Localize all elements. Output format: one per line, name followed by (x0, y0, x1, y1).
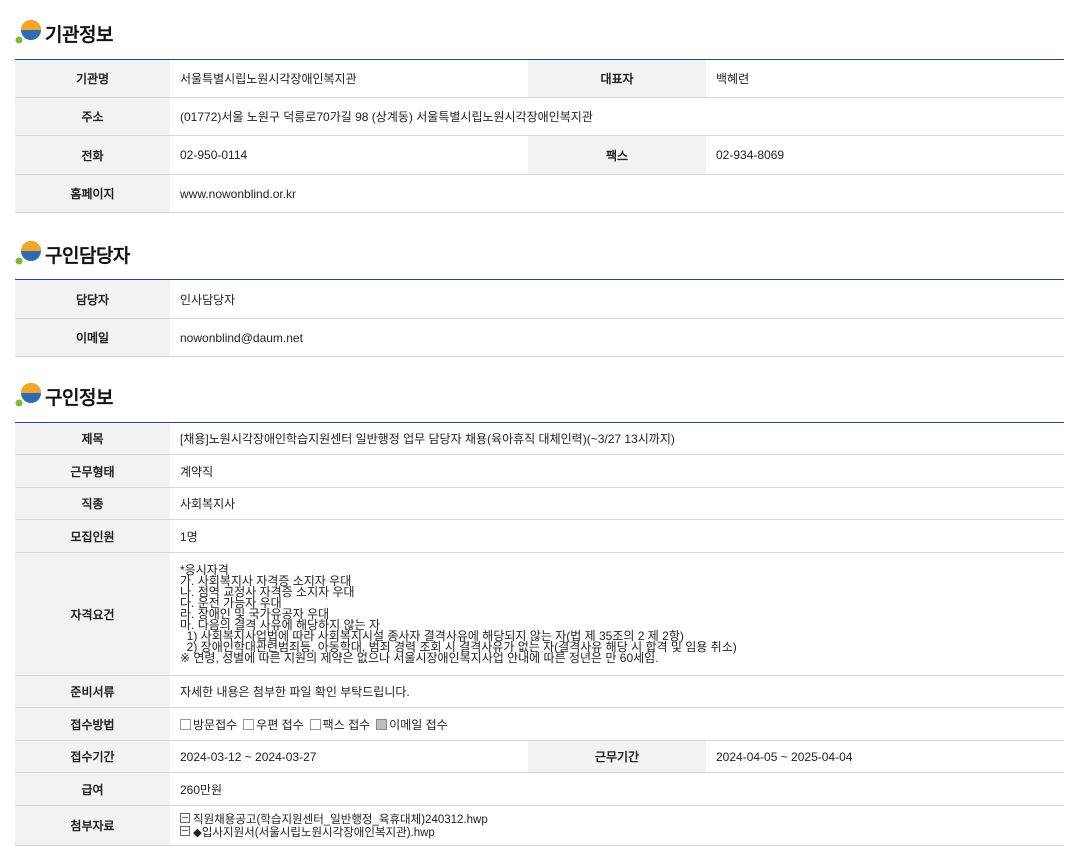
method-checkbox[interactable] (309, 718, 321, 730)
contact-section: 구인담당자 담당자 인사담당자 이메일 nowonblind@daum.net (15, 237, 1064, 357)
org-home-label: 홈페이지 (15, 174, 170, 213)
section-logo-icon (15, 383, 41, 407)
job-category-label: 직종 (15, 487, 170, 520)
org-tel-label: 전화 (15, 135, 170, 175)
table-row: 첨부자료 직원채용공고(학습지원센터_일반행정_육휴대체)240312.hwp ◆… (15, 805, 1064, 846)
method-label: 방문접수 (193, 717, 238, 732)
table-row: 담당자 인사담당자 (15, 279, 1064, 319)
job-method-label: 접수방법 (15, 707, 170, 741)
contact-section-title: 구인담당자 (45, 246, 130, 267)
method-item: 팩스 접수 (309, 717, 371, 732)
job-work-label: 근무기간 (528, 740, 706, 773)
method-item: 우편 접수 (243, 718, 304, 732)
table-row: 홈페이지 www.nowonblind.or.kr (15, 174, 1064, 213)
org-section-title: 기관정보 (45, 25, 113, 46)
contact-person-label: 담당자 (15, 279, 170, 319)
file-icon (180, 825, 190, 836)
table-row: 모집인원 1명 (15, 519, 1064, 553)
job-section: 구인정보 제목 [채용]노원시각장애인학습지원센터 일반행정 업무 담당자 채용… (15, 379, 1064, 846)
attachment-list: 직원채용공고(학습지원센터_일반행정_육휴대체)240312.hwp ◆입사지원서… (180, 812, 1054, 839)
attachment-link[interactable]: ◆입사지원서(서울시립노원시각장애인복지관).hwp (180, 825, 1054, 839)
table-row: 준비서류 자세한 내용은 첨부한 파일 확인 부탁드립니다. (15, 675, 1064, 708)
contact-info-table: 담당자 인사담당자 이메일 nowonblind@daum.net (15, 279, 1064, 357)
org-info-table: 기관명 서울특별시립노원시각장애인복지관 대표자 백혜련 주소 (01772)서… (15, 59, 1064, 213)
table-row: 근무형태 계약직 (15, 454, 1064, 488)
job-docs-label: 준비서류 (15, 675, 170, 708)
table-row: 기관명 서울특별시립노원시각장애인복지관 대표자 백혜련 (15, 59, 1064, 98)
org-tel-value: 02-950-0114 (170, 135, 528, 175)
table-row: 주소 (01772)서울 노원구 덕릉로70가길 98 (상계동) 서울특별시립… (15, 97, 1064, 136)
org-name-label: 기관명 (15, 59, 170, 98)
org-rep-value: 백혜련 (706, 59, 1064, 98)
table-row: 전화 02-950-0114 팩스 02-934-8069 (15, 135, 1064, 175)
table-row: 접수기간 2024-03-12 ~ 2024-03-27 근무기간 2024-0… (15, 740, 1064, 773)
attachment-name: ◆입사지원서(서울시립노원시각장애인복지관).hwp (193, 826, 435, 839)
contact-email-value: nowonblind@daum.net (170, 318, 1064, 357)
method-checkbox[interactable] (376, 718, 388, 730)
org-addr-label: 주소 (15, 97, 170, 136)
method-checkbox[interactable] (180, 718, 191, 730)
job-qual-value: *응시자격 가. 사회복지사 자격증 소지자 우대 나. 점역 교정사 자격증 소지… (170, 552, 1064, 676)
job-attach-value: 직원채용공고(학습지원센터_일반행정_육휴대체)240312.hwp ◆입사지원서… (170, 805, 1064, 846)
attachment-name: 직원채용공고(학습지원센터_일반행정_육휴대체)240312.hwp (193, 813, 488, 826)
job-method-value: 방문접수 우편 접수 팩스 접수 이메일 접수 (170, 707, 1064, 741)
org-rep-label: 대표자 (528, 59, 706, 98)
job-work-value: 2024-04-05 ~ 2025-04-04 (706, 740, 1064, 773)
qualification-line: ※ 연령, 성별에 따른 지원의 제약은 없으나 서울시장애인복지사업 안내에 … (180, 650, 659, 665)
job-pay-value: 260만원 (170, 772, 1064, 806)
org-section: 기관정보 기관명 서울특별시립노원시각장애인복지관 대표자 백혜련 주소 (01… (15, 16, 1064, 213)
org-fax-label: 팩스 (528, 135, 706, 175)
job-period-value: 2024-03-12 ~ 2024-03-27 (170, 740, 528, 773)
file-icon (180, 812, 190, 823)
method-item: 방문접수 (180, 718, 237, 732)
method-checkbox[interactable] (243, 718, 255, 730)
section-logo-icon (15, 20, 41, 44)
contact-person-value: 인사담당자 (170, 279, 1064, 319)
job-pay-label: 급여 (15, 772, 170, 806)
org-addr-value: (01772)서울 노원구 덕릉로70가길 98 (상계동) 서울특별시립노원시… (170, 97, 1064, 136)
job-count-value: 1명 (170, 519, 1064, 553)
method-label: 팩스 접수 (322, 717, 371, 732)
org-name-value: 서울특별시립노원시각장애인복지관 (170, 59, 528, 98)
contact-email-label: 이메일 (15, 318, 170, 357)
attachment-link[interactable]: 직원채용공고(학습지원센터_일반행정_육휴대체)240312.hwp (180, 812, 1054, 826)
job-attach-label: 첨부자료 (15, 805, 170, 846)
method-item: 이메일 접수 (376, 718, 448, 732)
method-label: 우편 접수 (256, 717, 304, 732)
job-category-value: 사회복지사 (170, 487, 1064, 520)
table-row: 급여 260만원 (15, 772, 1064, 806)
job-section-header: 구인정보 (15, 379, 1064, 422)
table-row: 접수방법 방문접수 우편 접수 팩스 접수 이메일 접수 (15, 707, 1064, 741)
job-section-title: 구인정보 (45, 388, 113, 409)
job-type-value: 계약직 (170, 454, 1064, 488)
job-info-table: 제목 [채용]노원시각장애인학습지원센터 일반행정 업무 담당자 채용(육아휴직… (15, 422, 1064, 846)
job-type-label: 근무형태 (15, 454, 170, 488)
org-section-header: 기관정보 (15, 16, 1064, 59)
contact-section-header: 구인담당자 (15, 237, 1064, 279)
job-period-label: 접수기간 (15, 740, 170, 773)
job-title-value: [채용]노원시각장애인학습지원센터 일반행정 업무 담당자 채용(육아휴직 대체… (170, 422, 1064, 455)
section-logo-icon (15, 241, 41, 265)
table-row: 제목 [채용]노원시각장애인학습지원센터 일반행정 업무 담당자 채용(육아휴직… (15, 422, 1064, 455)
table-row: 직종 사회복지사 (15, 487, 1064, 520)
job-docs-value: 자세한 내용은 첨부한 파일 확인 부탁드립니다. (170, 675, 1064, 708)
job-qual-label: 자격요건 (15, 552, 170, 676)
org-home-link[interactable]: www.nowonblind.or.kr (170, 174, 1064, 213)
org-fax-value: 02-934-8069 (706, 135, 1064, 175)
table-row: 자격요건 *응시자격 가. 사회복지사 자격증 소지자 우대 나. 점역 교정사 자… (15, 552, 1064, 676)
job-title-label: 제목 (15, 422, 170, 455)
qualification-list: *응시자격 가. 사회복지사 자격증 소지자 우대 나. 점역 교정사 자격증 소지… (180, 564, 1054, 665)
method-checkbox-group: 방문접수 우편 접수 팩스 접수 이메일 접수 (180, 718, 454, 732)
table-row: 이메일 nowonblind@daum.net (15, 318, 1064, 357)
method-label: 이메일 접수 (389, 717, 448, 732)
qualification-line: 나. 점역 교정사 자격증 소지자 우대 (180, 584, 355, 599)
job-count-label: 모집인원 (15, 519, 170, 553)
